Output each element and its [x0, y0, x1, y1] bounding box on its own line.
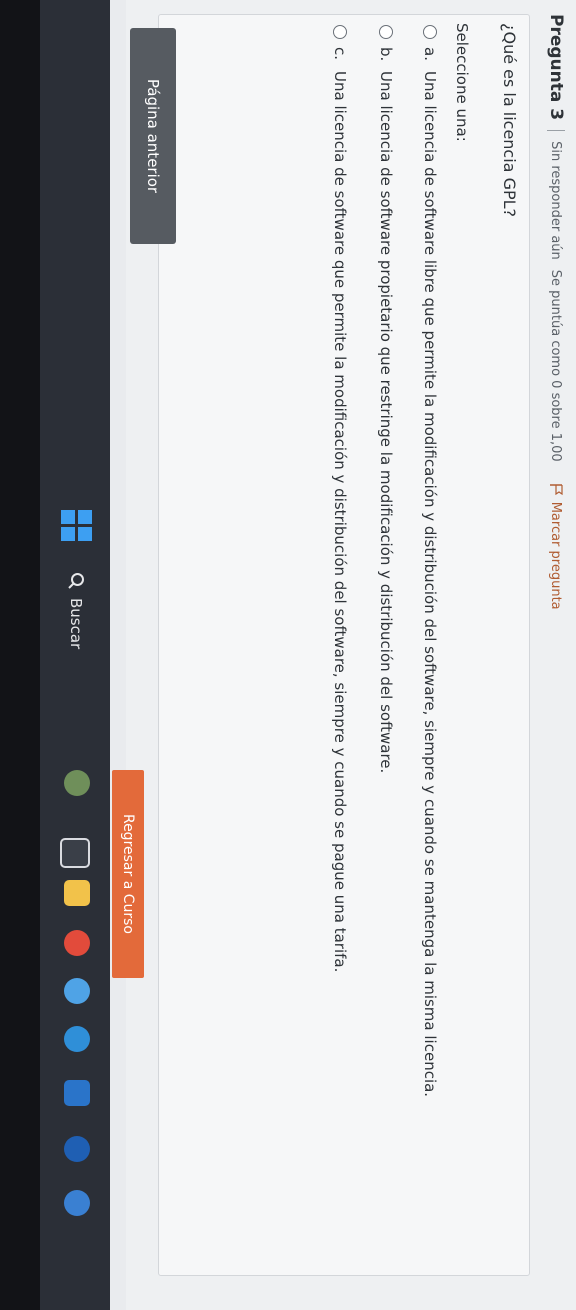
flag-question-button[interactable]: Marcar pregunta: [549, 484, 564, 610]
answer-letter: b.: [377, 47, 395, 62]
answer-text: Una licencia de software libre que permi…: [421, 71, 439, 1098]
radio-button[interactable]: [333, 25, 347, 39]
app-icon[interactable]: [64, 1190, 90, 1216]
back-to-course-button[interactable]: Regresar a Curso: [112, 770, 144, 978]
edge-icon[interactable]: [64, 1026, 90, 1052]
flag-question-label: Marcar pregunta: [548, 501, 564, 610]
start-icon[interactable]: [60, 510, 92, 542]
question-status: Sin responder aún: [548, 141, 564, 260]
bottom-bezel: [0, 0, 40, 1310]
chrome-icon[interactable]: [64, 930, 90, 956]
flag-icon: [550, 484, 563, 495]
answer-option-b[interactable]: b. Una licencia de software propietario …: [377, 25, 395, 773]
answer-letter: c.: [331, 47, 349, 61]
answer-option-a[interactable]: a. Una licencia de software libre que pe…: [421, 25, 439, 1097]
file-explorer-icon[interactable]: [64, 880, 90, 906]
taskbar-search[interactable]: Buscar: [56, 572, 96, 722]
radio-button[interactable]: [379, 25, 393, 39]
search-icon: [68, 573, 84, 589]
answer-prompt: Seleccione una:: [453, 23, 471, 142]
divider: [547, 130, 565, 132]
answer-letter: a.: [421, 47, 439, 61]
radio-button[interactable]: [423, 25, 437, 39]
question-box: ¿Qué es la licencia GPL? Seleccione una:…: [158, 14, 530, 1276]
quiz-page: Pregunta 3 Sin responder aún Se puntúa c…: [126, 0, 576, 1310]
previous-page-button[interactable]: Página anterior: [130, 28, 176, 244]
question-title: Pregunta 3: [546, 14, 566, 121]
question-score: Se puntúa como 0 sobre 1,00: [548, 269, 564, 462]
answer-option-c[interactable]: c. Una licencia de software que permite …: [331, 25, 349, 972]
media-icon[interactable]: [64, 1136, 90, 1162]
question-info-header: Pregunta 3 Sin responder aún Se puntúa c…: [536, 0, 576, 1310]
answer-text: Una licencia de software que permite la …: [331, 71, 349, 973]
screen: Pregunta 3 Sin responder aún Se puntúa c…: [0, 0, 576, 1310]
taskbar: Buscar: [40, 0, 110, 1310]
store-icon[interactable]: [64, 1080, 90, 1106]
search-label: Buscar: [67, 598, 85, 650]
question-text: ¿Qué es la licencia GPL?: [500, 23, 519, 218]
widgets-icon[interactable]: [64, 770, 90, 796]
task-view-icon[interactable]: [60, 838, 90, 868]
photos-icon[interactable]: [64, 978, 90, 1004]
answer-text: Una licencia de software propietario que…: [377, 71, 395, 774]
